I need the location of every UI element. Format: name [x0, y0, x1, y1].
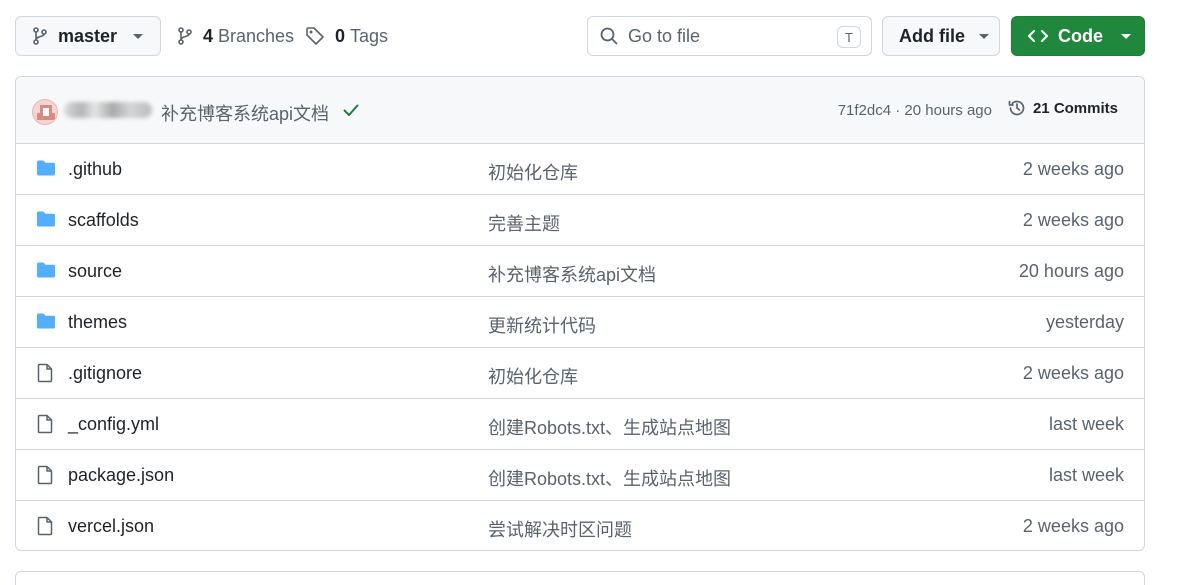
commit-message-link[interactable]: 更新统计代码 — [488, 312, 596, 338]
tag-icon — [306, 27, 324, 45]
commit-date: last week — [1048, 414, 1124, 434]
commit-date: 2 weeks ago — [1022, 210, 1124, 230]
branches-count: 4 — [203, 25, 214, 46]
table-row: _config.yml 创建Robots.txt、生成站点地图 last week — [16, 399, 1144, 450]
file-name-link[interactable]: package.json — [68, 465, 174, 486]
readme-box — [15, 571, 1145, 585]
git-branch-icon — [178, 27, 192, 45]
tags-count: 0 — [335, 25, 346, 46]
file-name-link[interactable]: themes — [68, 312, 127, 333]
commit-meta: 71f2dc4 · 20 hours ago — [837, 102, 992, 119]
tags-link[interactable]: 0 Tags — [305, 16, 388, 56]
table-row: vercel.json 尝试解决时区问题 2 weeks ago — [16, 501, 1144, 550]
file-icon — [36, 363, 54, 388]
table-row: package.json 创建Robots.txt、生成站点地图 last week — [16, 450, 1144, 501]
history-icon — [1008, 100, 1025, 116]
file-icon — [36, 414, 54, 439]
file-rows: .github 初始化仓库 2 weeks ago scaffolds 完善主题 2 we… — [16, 144, 1144, 550]
table-row: .gitignore 初始化仓库 2 weeks ago — [16, 348, 1144, 399]
folder-icon — [36, 210, 56, 233]
file-list: 补充博客系统api文档 71f2dc4 · 20 hours ago 21 Co… — [15, 76, 1145, 551]
chevron-down-icon — [133, 33, 144, 39]
table-row: source 补充博客系统api文档 20 hours ago — [16, 246, 1144, 297]
commit-time: 20 hours ago — [904, 102, 992, 119]
add-file-label: Add file — [899, 25, 965, 46]
branches-label: Branches — [218, 25, 295, 46]
commit-date: 2 weeks ago — [1022, 363, 1124, 383]
git-branch-icon — [33, 27, 47, 45]
commit-message-link[interactable]: 创建Robots.txt、生成站点地图 — [488, 465, 731, 491]
table-row: scaffolds 完善主题 2 weeks ago — [16, 195, 1144, 246]
code-button[interactable]: Code — [1011, 16, 1145, 56]
commit-date: 2 weeks ago — [1022, 516, 1124, 536]
branch-select-button[interactable]: master — [15, 16, 161, 56]
table-row: .github 初始化仓库 2 weeks ago — [16, 144, 1144, 195]
search-icon — [600, 27, 618, 45]
commit-message-link[interactable]: 尝试解决时区问题 — [488, 516, 632, 542]
folder-icon — [36, 261, 56, 284]
commit-hash[interactable]: 71f2dc4 — [838, 102, 891, 119]
commit-date: 20 hours ago — [1018, 261, 1124, 281]
commit-date: yesterday — [1045, 312, 1124, 332]
folder-icon — [36, 312, 56, 335]
file-name-link[interactable]: .gitignore — [68, 363, 142, 384]
commit-message-link[interactable]: 创建Robots.txt、生成站点地图 — [488, 414, 731, 440]
go-to-file-search[interactable]: T — [587, 16, 872, 56]
branches-link[interactable]: 4 Branches — [177, 16, 294, 56]
latest-commit-message[interactable]: 补充博客系统api文档 — [161, 100, 329, 126]
commit-date: last week — [1048, 465, 1124, 485]
add-file-button[interactable]: Add file — [882, 16, 1000, 56]
tags-label: Tags — [350, 25, 389, 46]
commits-history-link[interactable]: 21 Commits — [1007, 98, 1118, 118]
commit-message-link[interactable]: 初始化仓库 — [488, 159, 578, 185]
file-icon — [36, 465, 54, 490]
commits-count: 21 — [1032, 99, 1050, 117]
file-name-link[interactable]: _config.yml — [68, 414, 159, 435]
code-icon — [1028, 30, 1048, 42]
commit-date: 2 weeks ago — [1022, 159, 1124, 179]
latest-commit-bar: 补充博客系统api文档 71f2dc4 · 20 hours ago 21 Co… — [16, 77, 1144, 144]
chevron-down-icon — [1121, 33, 1131, 39]
commit-message-link[interactable]: 补充博客系统api文档 — [488, 261, 656, 287]
file-name-link[interactable]: source — [68, 261, 122, 282]
file-name-link[interactable]: scaffolds — [68, 210, 139, 231]
author-name-redacted — [64, 102, 152, 118]
commit-message-link[interactable]: 初始化仓库 — [488, 363, 578, 389]
code-label: Code — [1058, 25, 1103, 46]
table-row: themes 更新统计代码 yesterday — [16, 297, 1144, 348]
folder-icon — [36, 159, 56, 182]
check-icon[interactable] — [342, 101, 360, 119]
avatar[interactable] — [32, 99, 58, 125]
file-name-link[interactable]: .github — [68, 159, 122, 180]
commits-label: Commits — [1053, 99, 1118, 117]
search-input[interactable] — [628, 25, 823, 47]
commit-message-link[interactable]: 完善主题 — [488, 210, 560, 236]
file-icon — [36, 516, 54, 541]
file-name-link[interactable]: vercel.json — [68, 516, 154, 537]
branch-name: master — [58, 25, 118, 46]
keyboard-shortcut-hint: T — [837, 26, 861, 48]
chevron-down-icon — [979, 33, 989, 39]
